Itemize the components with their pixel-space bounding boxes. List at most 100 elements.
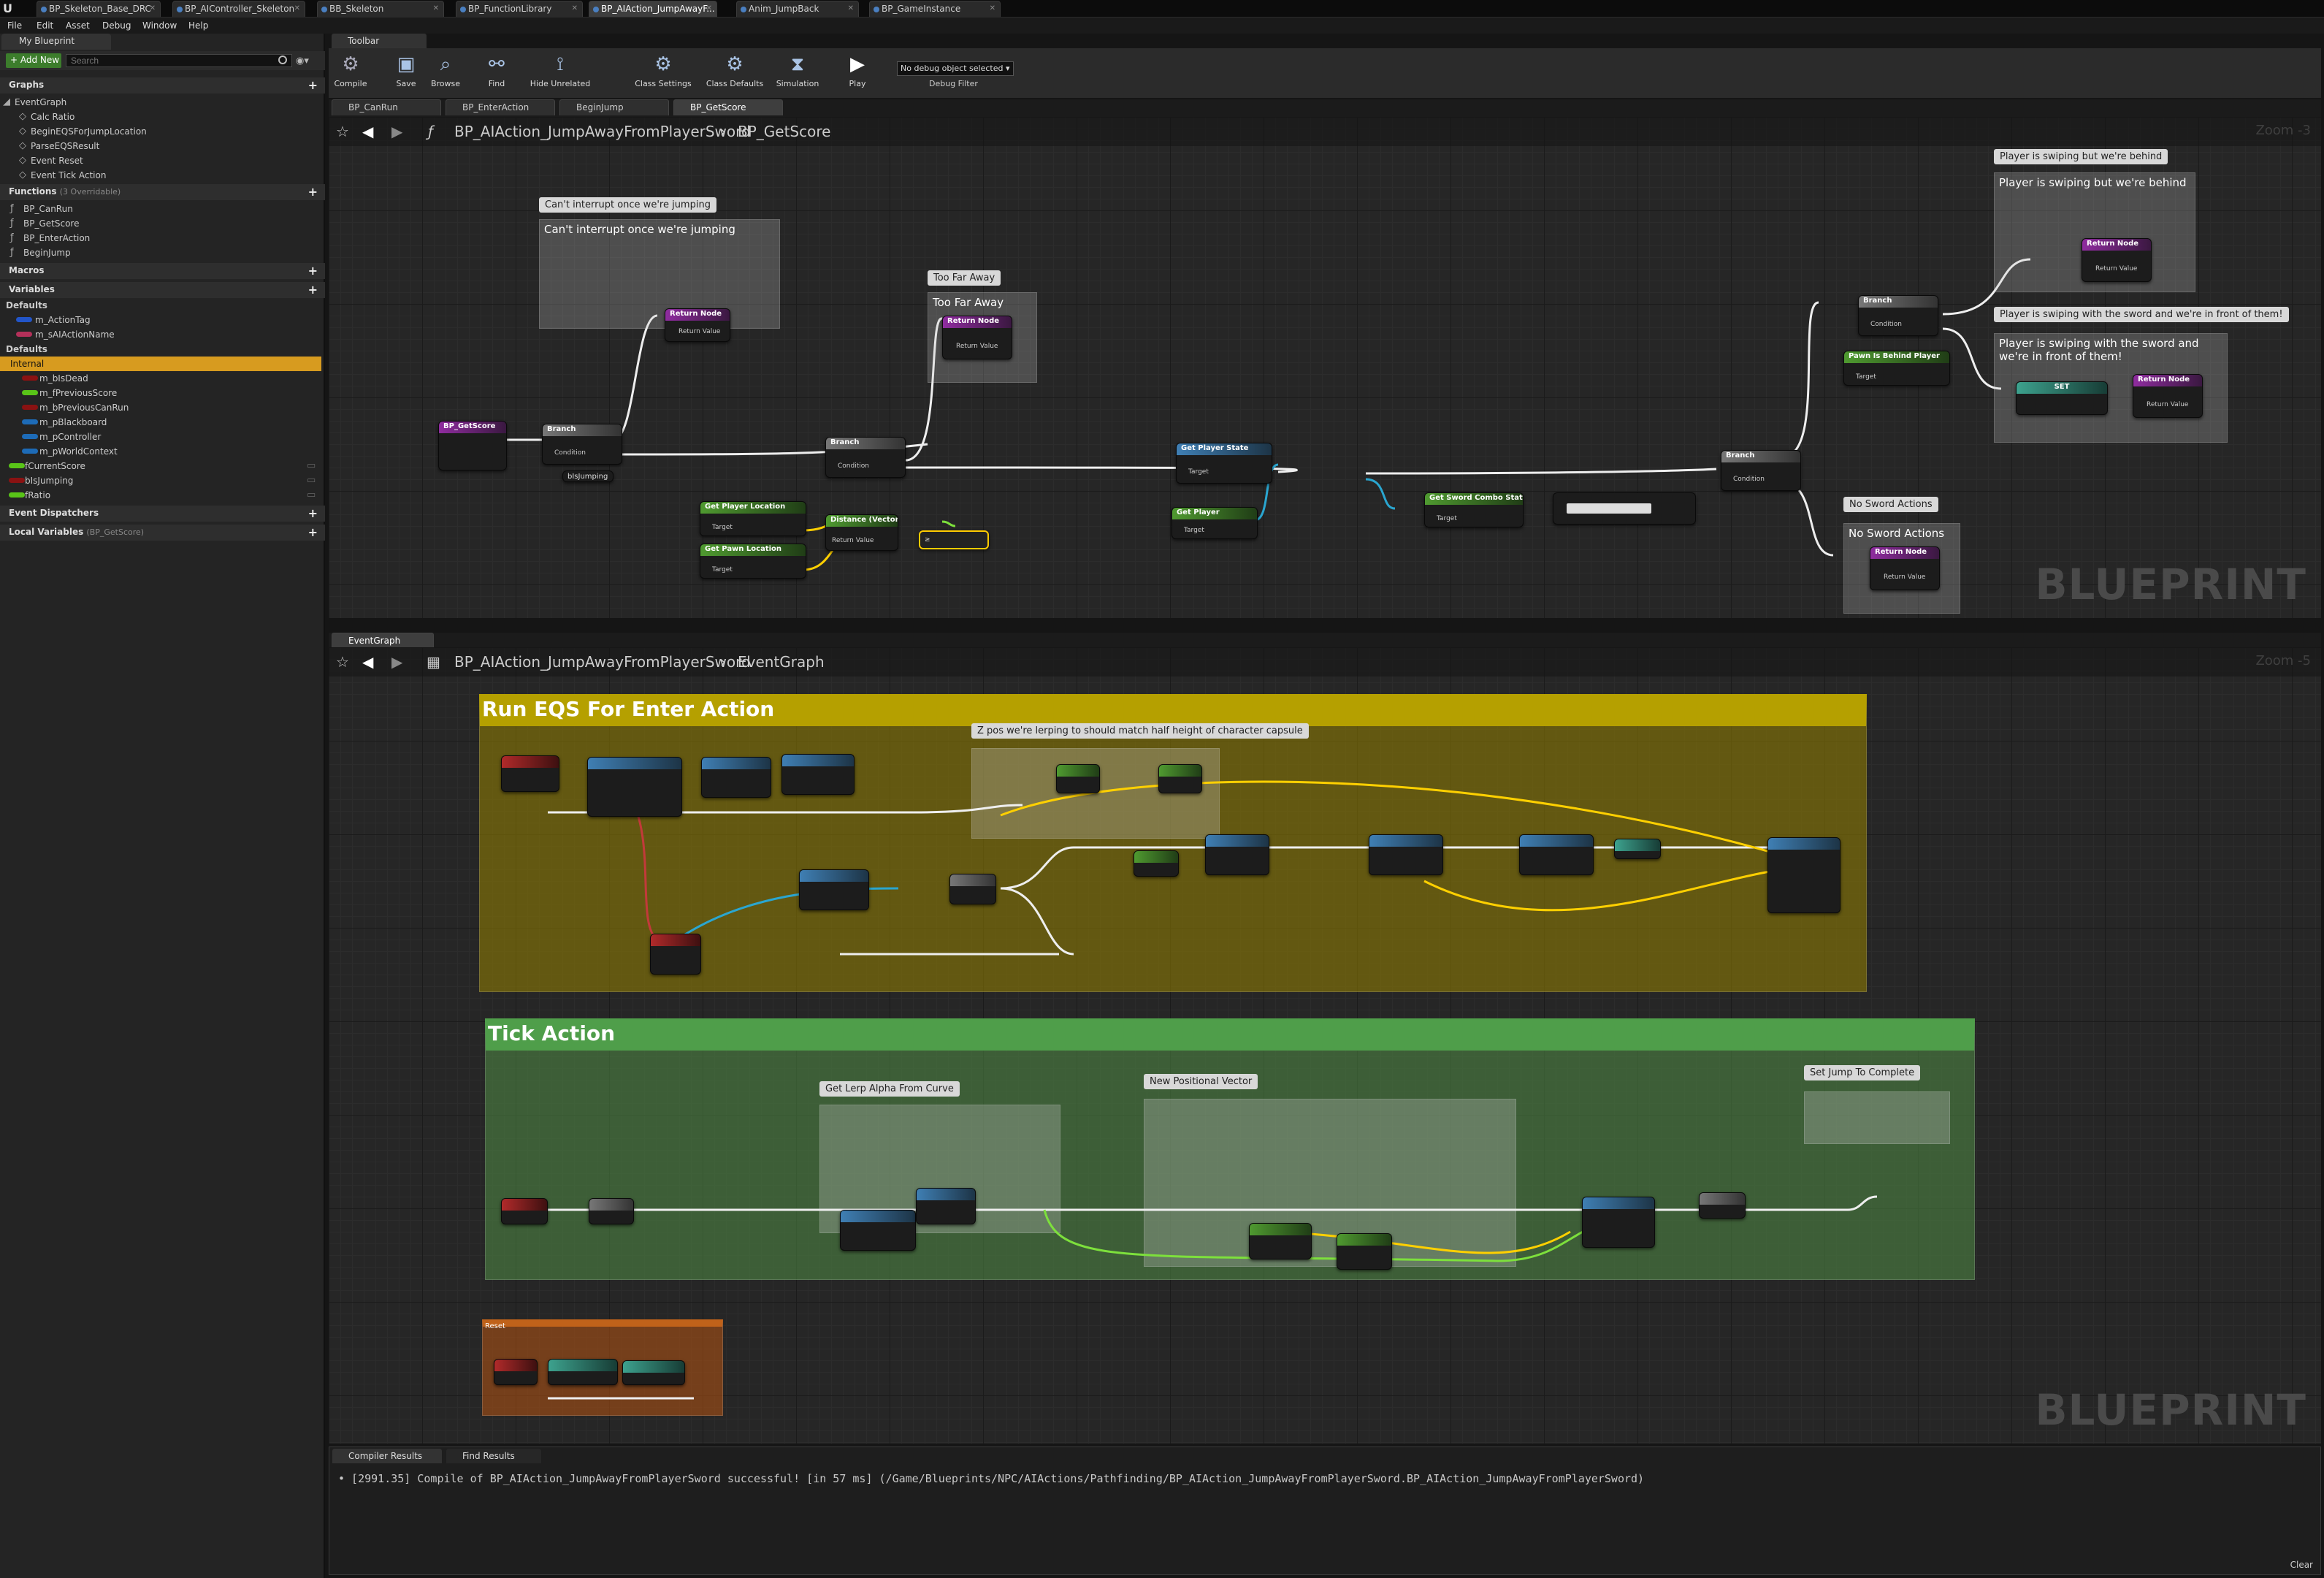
search-input[interactable] <box>66 54 292 67</box>
add-local-variable-icon[interactable]: + <box>308 525 318 539</box>
math-node[interactable] <box>1056 764 1100 793</box>
doc-tab-function-library[interactable]: BP_FunctionLibrary ✕ <box>456 1 583 17</box>
clear-button[interactable]: Clear <box>2290 1560 2313 1570</box>
return-node[interactable]: Return Node Return Value <box>1870 546 1940 590</box>
add-macro-icon[interactable]: + <box>308 264 318 278</box>
branch-node[interactable]: Branch Condition <box>1721 450 1801 491</box>
branch-node[interactable] <box>589 1198 634 1224</box>
doc-tab-game-instance[interactable]: BP_GameInstance ✕ <box>869 1 1001 17</box>
distance-node[interactable]: Distance (Vector) Return Value <box>825 514 898 551</box>
tab-bp-getscore[interactable]: BP_GetScore <box>673 99 783 115</box>
tab-compiler-results[interactable]: Compiler Results <box>332 1449 442 1463</box>
doc-tab-anim-jumpback[interactable]: Anim_JumpBack ✕ <box>736 1 859 17</box>
return-node[interactable]: Return Node Return Value <box>2133 374 2203 418</box>
variable-item[interactable]: m_ActionTag <box>0 313 321 327</box>
browse-button[interactable]: ⌕ Browse <box>424 48 467 92</box>
branch-node[interactable]: Branch Condition <box>542 424 622 465</box>
variable-item[interactable]: m_pBlackboard <box>0 415 321 430</box>
getscore-graph-canvas[interactable]: ☆ ◀ ▶ ƒ BP_AIAction_JumpAwayFromPlayerSw… <box>329 117 2321 618</box>
graph-eventgraph[interactable]: ◢ EventGraph <box>0 95 321 110</box>
add-function-icon[interactable]: + <box>308 185 318 199</box>
tab-bp-enteraction[interactable]: BP_EnterAction <box>446 99 555 115</box>
bind-event-node[interactable] <box>701 757 771 798</box>
set-value-node[interactable] <box>781 754 855 795</box>
section-event-dispatchers[interactable]: Event Dispatchers + <box>0 506 325 522</box>
math-node[interactable] <box>1134 850 1179 877</box>
add-dispatcher-icon[interactable]: + <box>308 506 318 520</box>
event-item[interactable]: ◇ BeginEQSForJumpLocation <box>0 124 321 139</box>
run-eqs-query-node[interactable] <box>587 757 682 817</box>
close-icon[interactable]: ✕ <box>294 4 300 12</box>
enum-select[interactable] <box>1567 503 1651 514</box>
comment-box[interactable]: Can't interrupt once we're jumping <box>539 219 780 329</box>
section-local-variables[interactable]: Local Variables (BP_GetScore) + <box>0 525 325 541</box>
event-tick-node[interactable] <box>501 1198 548 1224</box>
add-new-button[interactable]: + Add New <box>6 53 61 68</box>
doc-tab-bb-skeleton[interactable]: BB_Skeleton ✕ <box>317 1 444 17</box>
add-graph-icon[interactable]: + <box>308 78 318 92</box>
pawn-is-behind-player-node[interactable]: Pawn Is Behind Player Target <box>1843 351 1950 386</box>
variable-item[interactable]: m_bIsDead <box>0 371 321 386</box>
get-time-node[interactable] <box>916 1188 976 1224</box>
category-internal[interactable]: Internal <box>0 357 321 371</box>
variable-item[interactable]: m_pWorldContext <box>0 444 321 459</box>
class-settings-button[interactable]: ⚙ Class Settings <box>630 48 697 92</box>
get-curve-value-node[interactable] <box>840 1210 916 1251</box>
doc-tab-jumpaway[interactable]: BP_AIAction_JumpAwayF... ✕ <box>589 1 717 17</box>
variable-item[interactable]: bIsJumping ▭ <box>0 473 321 488</box>
make-vector-node[interactable] <box>1158 764 1202 793</box>
add-variable-icon[interactable]: + <box>308 283 318 297</box>
enum-compare-node[interactable] <box>1553 492 1696 525</box>
get-player-location-node[interactable]: Get Player Location Target <box>700 501 806 536</box>
set-variable-node[interactable]: SET <box>2016 381 2108 415</box>
branch-node[interactable]: Branch Condition <box>1858 295 1938 336</box>
menu-file[interactable]: File <box>7 20 22 31</box>
return-node[interactable]: Return Node Return Value <box>942 316 1012 359</box>
category-defaults[interactable]: Defaults <box>0 298 321 313</box>
set-variable-node[interactable] <box>548 1359 618 1385</box>
return-node[interactable]: Return Node Return Value <box>2082 238 2152 282</box>
eventgraph-canvas[interactable]: ☆ ◀ ▶ ▦ BP_AIAction_JumpAwayFromPlayerSw… <box>329 647 2321 1444</box>
variable-item[interactable]: m_bPreviousCanRun <box>0 400 321 415</box>
lerp-vector-node[interactable] <box>1337 1233 1392 1270</box>
menu-debug[interactable]: Debug <box>102 20 131 31</box>
toolbar-tab[interactable]: Toolbar <box>332 34 427 48</box>
get-player-node[interactable]: Get Player Target <box>1171 507 1258 539</box>
instance-editable-icon[interactable]: ▭ <box>307 489 316 500</box>
section-variables[interactable]: Variables + <box>0 282 325 298</box>
get-player-state-node[interactable]: Get Player State Target <box>1176 443 1272 484</box>
tab-find-results[interactable]: Find Results <box>446 1449 541 1463</box>
set-actor-location-node[interactable] <box>1582 1197 1655 1248</box>
return-node[interactable]: Return Node Return Value <box>665 308 730 342</box>
section-functions[interactable]: Functions (3 Overridable) + <box>0 184 325 200</box>
debug-object-select[interactable]: No debug object selected ▾ <box>897 61 1014 76</box>
get-pawn-location-node[interactable]: Get Pawn Location Target <box>700 544 806 579</box>
compile-button[interactable]: ⚙ Compile <box>329 48 372 92</box>
close-icon[interactable]: ✕ <box>150 4 156 12</box>
close-icon[interactable]: ✕ <box>990 4 995 12</box>
eye-icon[interactable]: ◉▾ <box>296 56 309 66</box>
branch-node[interactable] <box>949 874 996 904</box>
function-call-node[interactable] <box>1767 837 1841 913</box>
tab-beginjump[interactable]: BeginJump <box>559 99 669 115</box>
close-icon[interactable]: ✕ <box>433 4 439 12</box>
set-value-node[interactable] <box>1369 834 1443 875</box>
set-value-node[interactable] <box>1205 834 1269 875</box>
get-results-node[interactable] <box>799 869 869 910</box>
category-defaults[interactable]: Defaults <box>0 342 321 357</box>
menu-help[interactable]: Help <box>188 20 208 31</box>
event-reset-node[interactable] <box>494 1359 538 1385</box>
set-variable-node[interactable] <box>1614 839 1661 859</box>
variable-item[interactable]: m_sAIActionName <box>0 327 321 342</box>
event-item[interactable]: ◇ Event Reset <box>0 153 321 168</box>
hide-unrelated-button[interactable]: ⟟ Hide Unrelated <box>526 48 595 92</box>
close-icon[interactable]: ✕ <box>572 4 578 12</box>
event-item[interactable]: ◇ ParseEQSResult <box>0 139 321 153</box>
section-graphs[interactable]: Graphs + <box>0 77 325 94</box>
function-item[interactable]: ƒ BP_EnterAction <box>0 231 321 245</box>
close-icon[interactable]: ✕ <box>848 4 854 12</box>
save-button[interactable]: ▣ Save <box>384 48 428 92</box>
branch-node[interactable] <box>1699 1192 1746 1219</box>
menu-edit[interactable]: Edit <box>37 20 53 31</box>
doc-tab-aicontroller[interactable]: BP_AIController_Skeleton ✕ <box>172 1 305 17</box>
